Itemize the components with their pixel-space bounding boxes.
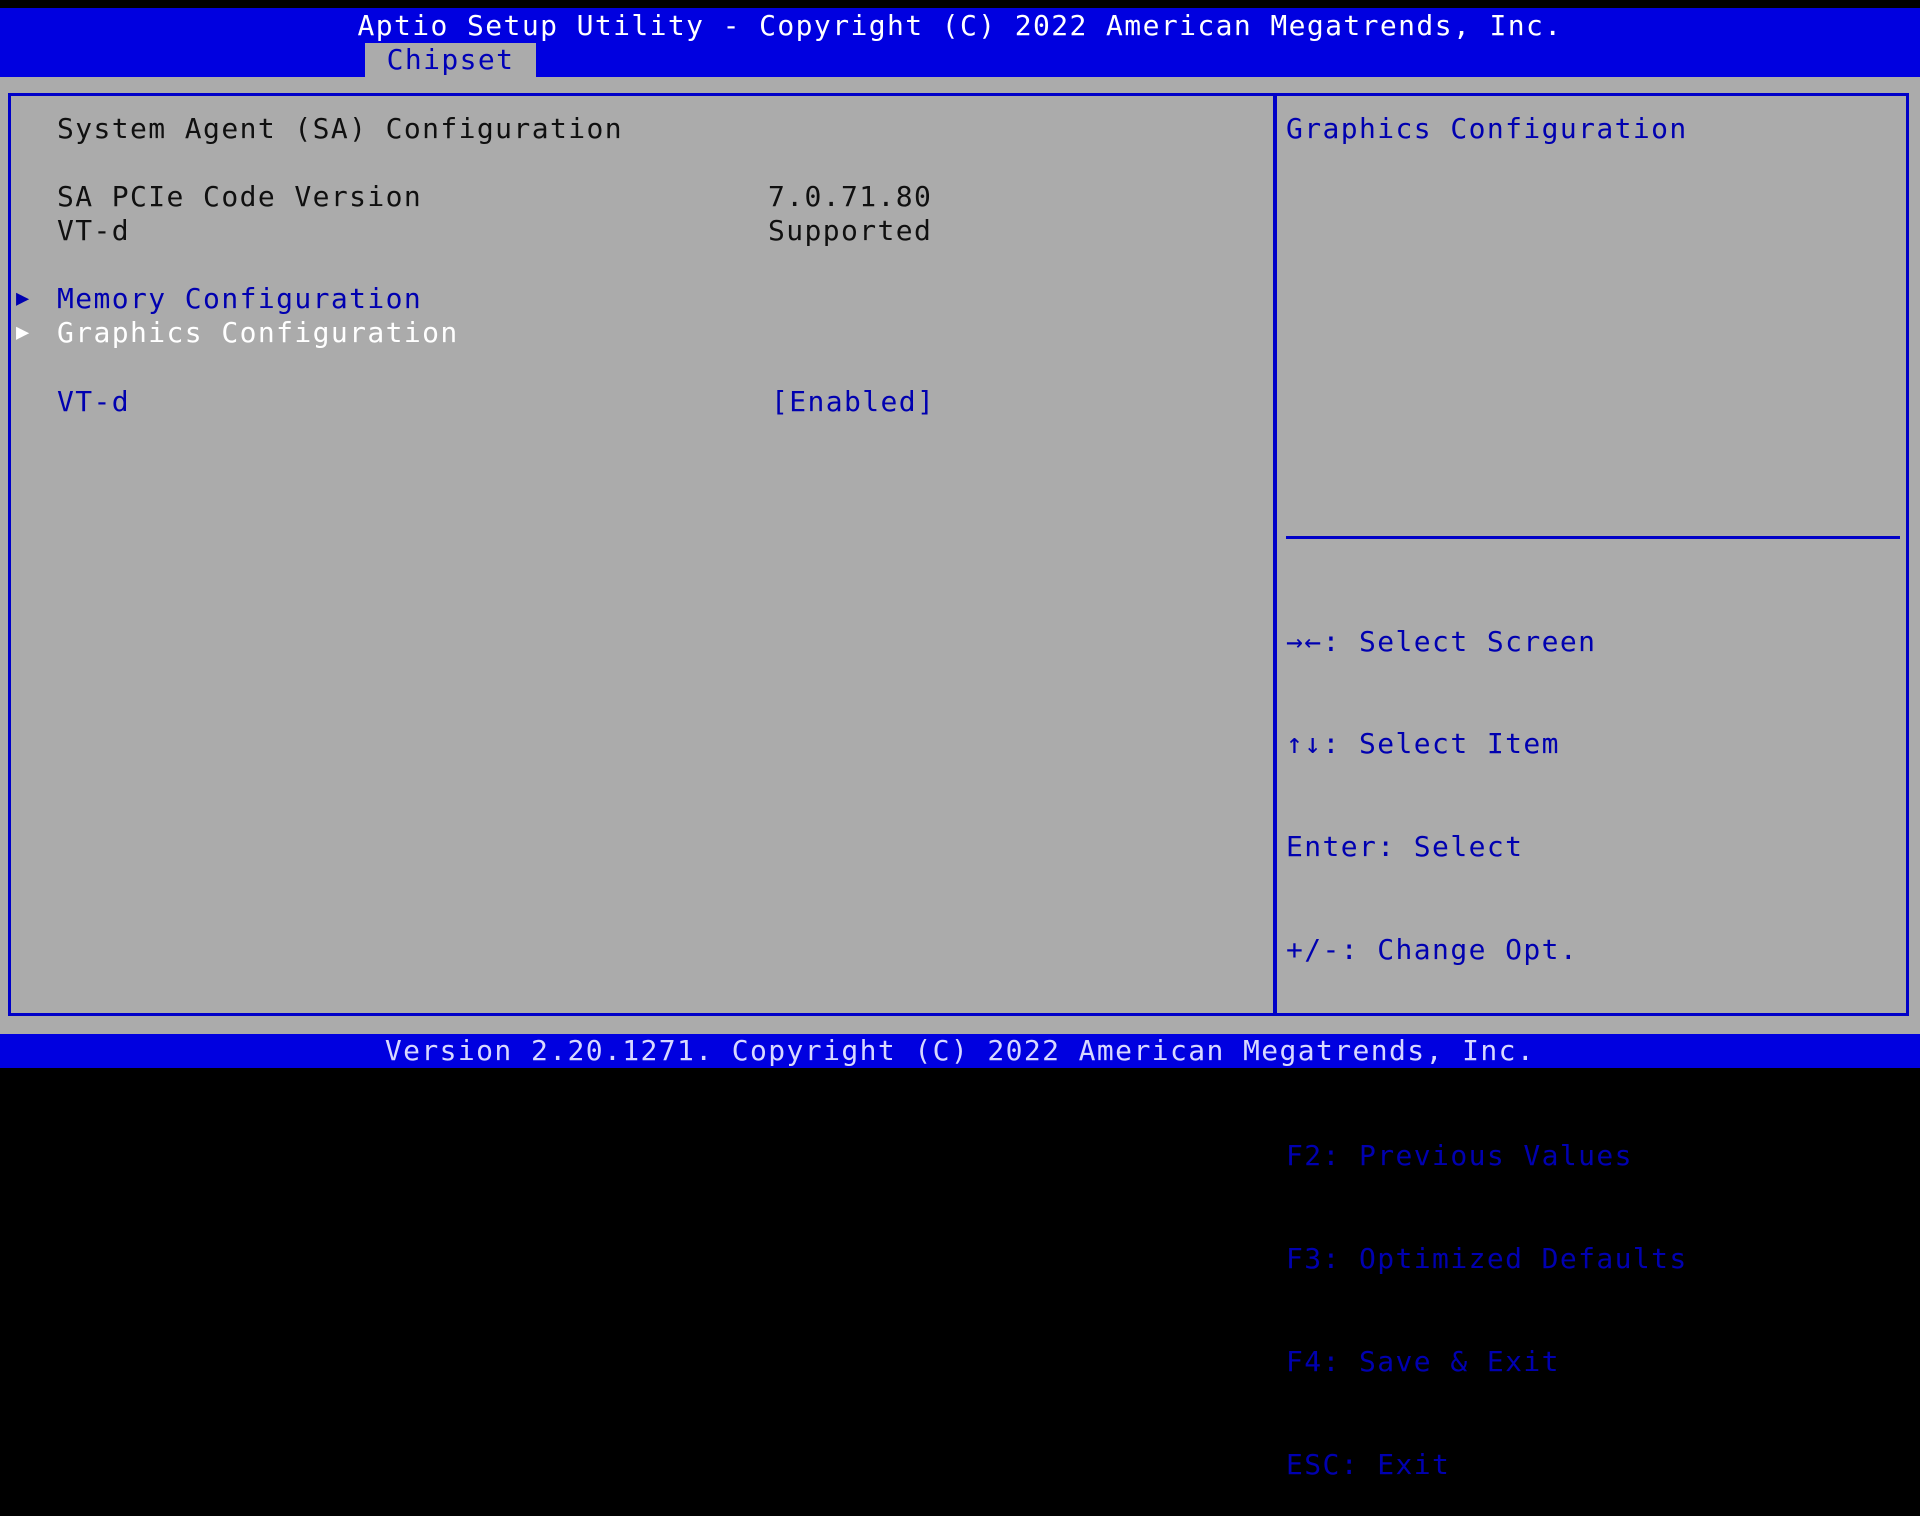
info-label-sa-pcie-version: SA PCIe Code Version (57, 180, 423, 213)
key-help-change-opt: +/-: Change Opt. (1286, 933, 1579, 967)
footer-version: Version 2.20.1271. Copyright (C) 2022 Am… (384, 1034, 1536, 1067)
submenu-arrow-icon: ▶ (16, 286, 30, 311)
help-description: Graphics Configuration (1286, 112, 1688, 145)
key-help-select-screen: →←: Select Screen (1286, 624, 1597, 658)
key-help-f2: F2: Previous Values (1286, 1139, 1633, 1173)
key-help-f4: F4: Save & Exit (1286, 1344, 1560, 1378)
info-label-vtd: VT-d (57, 214, 131, 247)
bottom-border (0, 1068, 1920, 1080)
key-help-esc: ESC: Exit (1286, 1447, 1451, 1481)
setting-label-vtd: VT-d (57, 385, 131, 418)
section-title: System Agent (SA) Configuration (57, 112, 623, 145)
help-separator (1286, 536, 1900, 539)
submenu-label: Graphics Configuration (57, 316, 459, 349)
tab-chipset[interactable]: Chipset (365, 43, 536, 77)
key-help-enter: Enter: Select (1286, 830, 1524, 864)
key-help-select-item: ↑↓: Select Item (1286, 727, 1560, 761)
info-value-vtd: Supported (768, 214, 933, 247)
app-title: Aptio Setup Utility - Copyright (C) 2022… (357, 9, 1563, 42)
submenu-label: Memory Configuration (57, 282, 423, 315)
key-help-f3: F3: Optimized Defaults (1286, 1241, 1688, 1275)
panel-divider (1273, 93, 1277, 1016)
info-value-sa-pcie-version: 7.0.71.80 (768, 180, 933, 213)
setting-value-vtd[interactable]: [Enabled] (771, 385, 935, 419)
submenu-arrow-icon: ▶ (16, 320, 30, 345)
